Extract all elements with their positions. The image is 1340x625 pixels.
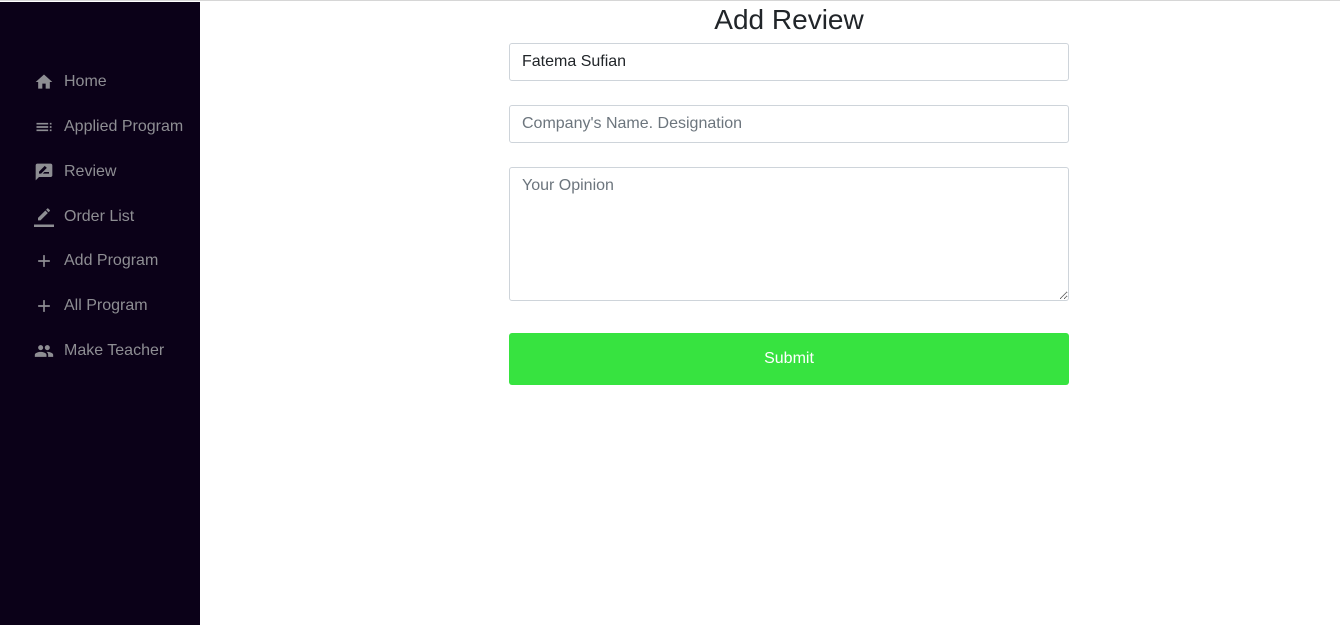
sidebar-item-applied-program[interactable]: Applied Program	[32, 114, 183, 140]
sidebar-item-label: Make Teacher	[64, 342, 165, 359]
sidebar-item-label: Home	[64, 73, 107, 90]
sidebar-item-all-program[interactable]: All Program	[32, 293, 148, 319]
edit-icon	[32, 205, 56, 229]
page-title: Add Review	[714, 4, 864, 35]
sidebar-item-label: Add Program	[64, 252, 159, 269]
people-icon	[32, 339, 56, 363]
sidebar-item-order-list[interactable]: Order List	[32, 204, 134, 230]
sidebar: Home Applied Program Review Order List A…	[0, 2, 200, 625]
name-input[interactable]	[509, 43, 1069, 81]
company-designation-input[interactable]	[509, 105, 1069, 143]
top-divider	[0, 0, 1340, 1]
home-icon	[32, 70, 56, 94]
sidebar-item-label: Review	[64, 163, 117, 180]
main-content: Add Review Submit	[200, 2, 1340, 625]
submit-button[interactable]: Submit	[509, 333, 1069, 385]
sidebar-item-home[interactable]: Home	[32, 69, 107, 95]
plus-icon	[32, 249, 56, 273]
plus-icon	[32, 294, 56, 318]
rate-review-icon	[32, 160, 56, 184]
opinion-textarea[interactable]	[509, 167, 1069, 301]
sidebar-item-label: Order List	[64, 208, 135, 225]
sidebar-item-review[interactable]: Review	[32, 159, 116, 185]
sidebar-item-label: All Program	[64, 297, 148, 314]
sidebar-item-add-program[interactable]: Add Program	[32, 248, 158, 274]
sidebar-item-make-teacher[interactable]: Make Teacher	[32, 338, 164, 364]
list-icon	[32, 115, 56, 139]
sidebar-item-label: Applied Program	[64, 118, 184, 135]
